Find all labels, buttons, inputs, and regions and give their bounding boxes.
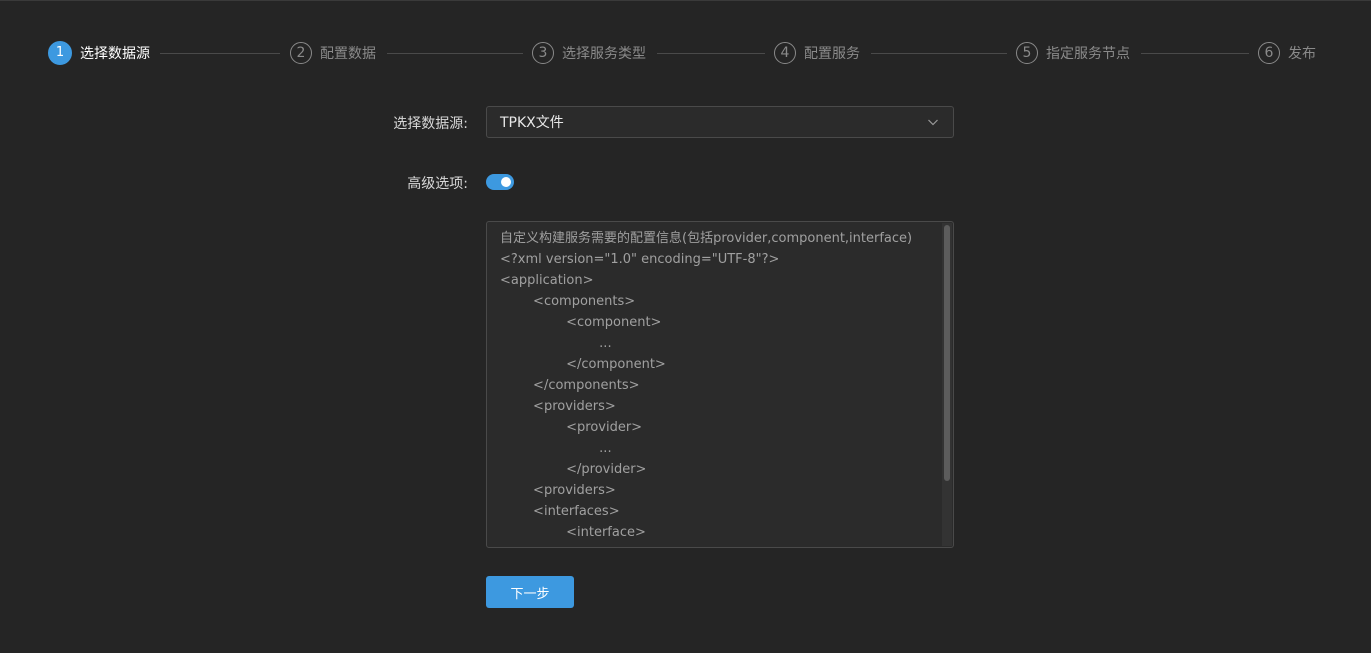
step-connector (657, 53, 765, 54)
toggle-knob (501, 177, 511, 187)
config-textarea-content: 自定义构建服务需要的配置信息(包括provider,component,inte… (500, 231, 913, 540)
step-label: 发布 (1288, 46, 1316, 62)
step-label: 配置服务 (804, 46, 860, 62)
step-1[interactable]: 1 选择数据源 (48, 41, 150, 65)
step-3[interactable]: 3 选择服务类型 (532, 41, 646, 65)
datasource-label: 选择数据源: (393, 116, 468, 132)
step-5[interactable]: 5 指定服务节点 (1016, 41, 1130, 65)
step-number: 6 (1258, 42, 1280, 64)
advanced-options-label: 高级选项: (407, 176, 468, 192)
step-number: 3 (532, 42, 554, 64)
top-divider (0, 0, 1371, 1)
step-number: 1 (48, 41, 72, 65)
chevron-down-icon (928, 119, 938, 126)
step-number: 5 (1016, 42, 1038, 64)
step-number: 2 (290, 42, 312, 64)
step-label: 指定服务节点 (1046, 46, 1130, 62)
step-connector (387, 53, 523, 54)
step-6[interactable]: 6 发布 (1258, 41, 1316, 65)
step-number: 4 (774, 42, 796, 64)
step-4[interactable]: 4 配置服务 (774, 41, 860, 65)
step-connector (871, 53, 1007, 54)
step-connector (1141, 53, 1249, 54)
config-textarea[interactable]: 自定义构建服务需要的配置信息(包括provider,component,inte… (486, 221, 954, 548)
step-connector (160, 53, 280, 54)
advanced-options-toggle[interactable] (486, 174, 514, 190)
step-label: 选择服务类型 (562, 46, 646, 62)
next-step-button[interactable]: 下一步 (486, 576, 574, 608)
step-label: 选择数据源 (80, 46, 150, 62)
step-label: 配置数据 (320, 46, 376, 62)
datasource-select[interactable]: TPKX文件 (486, 106, 954, 138)
scrollbar[interactable] (942, 223, 952, 546)
step-2[interactable]: 2 配置数据 (290, 41, 376, 65)
scrollbar-thumb[interactable] (944, 225, 950, 481)
datasource-select-value: TPKX文件 (500, 115, 564, 131)
step-progress: 1 选择数据源 2 配置数据 3 选择服务类型 4 配置服务 5 指定服务节点 … (48, 41, 1320, 65)
